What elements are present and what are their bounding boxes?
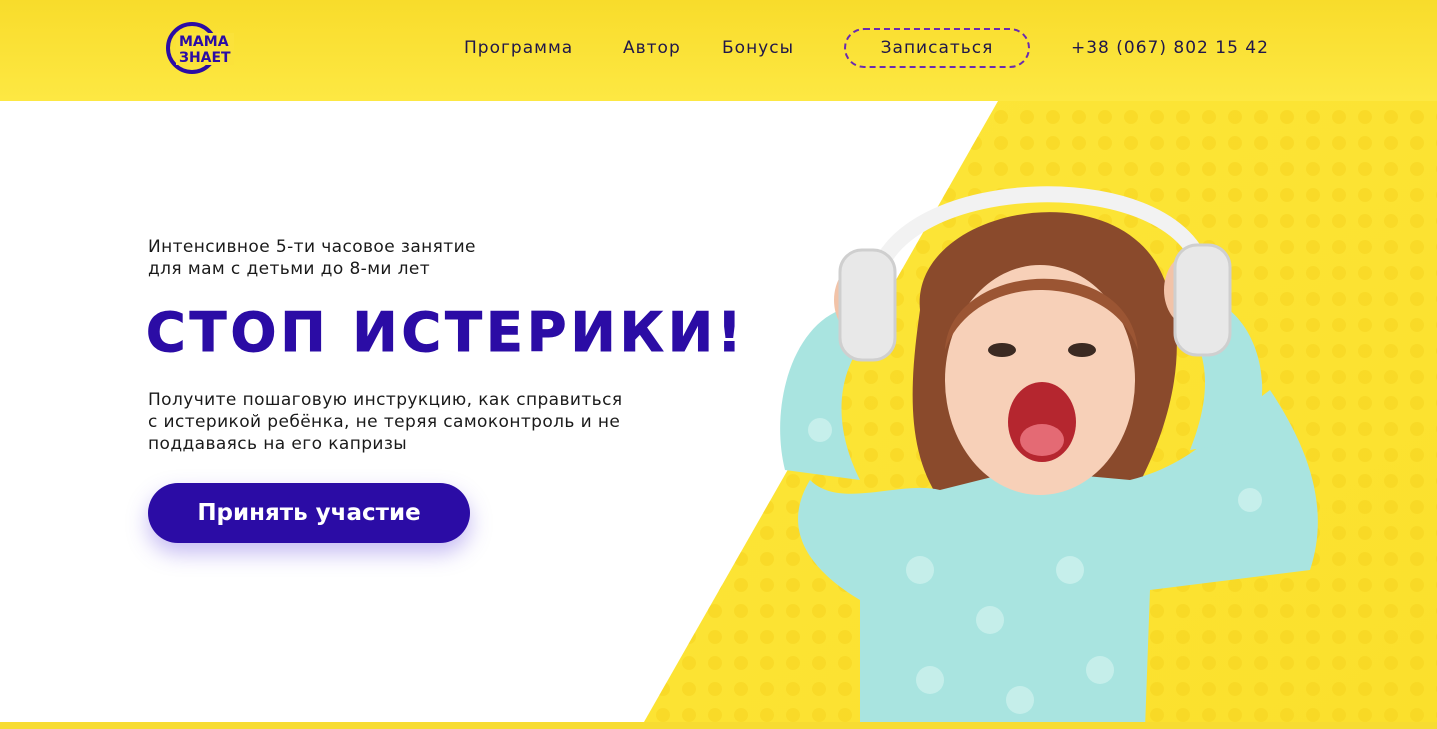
bottom-strip xyxy=(0,722,1437,729)
nav-link-author[interactable]: Автор xyxy=(623,38,681,58)
hero-subtitle-line1: Интенсивное 5-ти часовое занятие xyxy=(148,237,476,257)
nav-link-program[interactable]: Программа xyxy=(464,38,573,58)
nav-link-bonuses[interactable]: Бонусы xyxy=(722,38,794,58)
hero-headline: СТОП ИСТЕРИКИ! xyxy=(146,301,746,365)
hero-description-line2: с истерикой ребёнка, не теряя самоконтро… xyxy=(148,412,621,432)
signup-button[interactable]: Записаться xyxy=(844,28,1030,68)
hero-subtitle: Интенсивное 5-ти часовое занятие для мам… xyxy=(148,236,568,280)
hero-description: Получите пошаговую инструкцию, как справ… xyxy=(148,389,688,455)
phone-link[interactable]: +38 (067) 802 15 42 xyxy=(1071,38,1269,58)
participate-button[interactable]: Принять участие xyxy=(148,483,470,543)
landing-page: МАМА ЗНАЕТ Программа Автор Бонусы Записа… xyxy=(0,0,1437,729)
site-header: МАМА ЗНАЕТ Программа Автор Бонусы Записа… xyxy=(0,0,1437,101)
girl-with-headphones-illustration xyxy=(780,186,1318,729)
hero-description-line1: Получите пошаговую инструкцию, как справ… xyxy=(148,390,623,410)
hero-description-line3: поддаваясь на его капризы xyxy=(148,434,408,454)
hero-subtitle-line2: для мам с детьми до 8-ми лет xyxy=(148,259,431,279)
